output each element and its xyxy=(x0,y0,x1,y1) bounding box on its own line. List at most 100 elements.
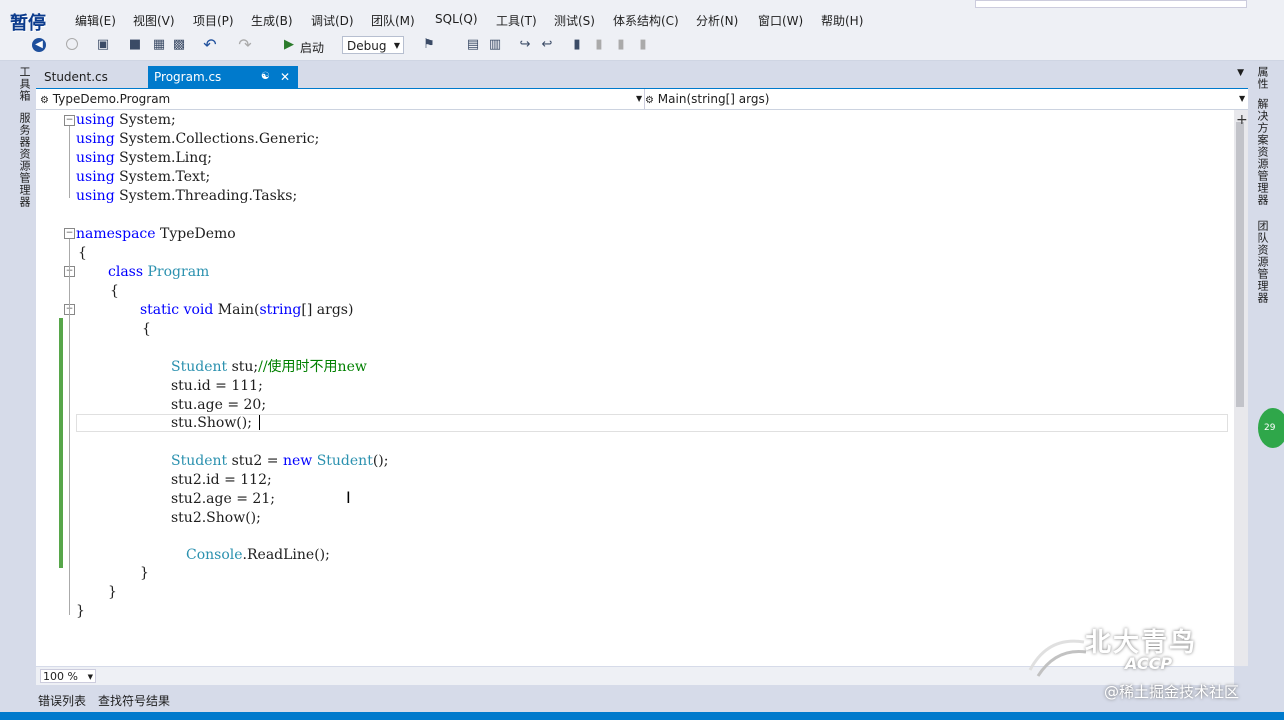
close-icon[interactable]: ✕ xyxy=(280,66,290,88)
menu-sql[interactable]: SQL(Q) xyxy=(435,12,478,26)
method-icon: ⚙ xyxy=(645,95,654,106)
chevron-down-icon: ▼ xyxy=(1239,94,1246,103)
code-line: } xyxy=(76,603,85,619)
undo-icon[interactable]: ↶ xyxy=(203,37,217,53)
new-project-icon[interactable]: ▣ xyxy=(96,38,110,52)
tab-program-cs[interactable]: Program.cs ☯ ✕ xyxy=(148,66,298,88)
scrollbar-thumb[interactable] xyxy=(1236,122,1244,407)
logo-english-text: ACCP xyxy=(1125,654,1173,673)
class-dropdown[interactable]: ⚙ TypeDemo.Program ▼ xyxy=(40,89,643,109)
find-in-files-icon[interactable]: ⚑ xyxy=(422,38,436,52)
tab-overflow-icon[interactable]: ▼ xyxy=(1237,68,1244,78)
code-line: stu.Show(); xyxy=(171,415,252,431)
uncomment-icon[interactable]: ↩ xyxy=(540,38,554,52)
code-line: } xyxy=(140,565,149,581)
tab-label: Student.cs xyxy=(44,70,108,84)
side-badge[interactable]: 29 xyxy=(1258,408,1284,448)
redo-icon[interactable]: ↷ xyxy=(238,37,252,53)
next-bookmark-icon[interactable]: ▮ xyxy=(614,38,628,52)
code-line: static void Main(string[] args) xyxy=(140,302,354,318)
chevron-down-icon: ▼ xyxy=(87,673,93,681)
pin-icon[interactable]: ☯ xyxy=(261,66,270,88)
columns-icon[interactable]: ▥ xyxy=(488,38,502,52)
bottom-panel-tabs xyxy=(0,688,1284,712)
menu-debug[interactable]: 调试(D) xyxy=(311,12,354,29)
code-line: stu.age = 20; xyxy=(171,397,267,413)
bookmark-icon[interactable]: ▮ xyxy=(570,38,584,52)
zoom-select[interactable]: 100 % ▼ xyxy=(40,669,96,683)
code-line: { xyxy=(78,245,87,261)
tab-label: Program.cs xyxy=(154,70,222,84)
solution-config-select[interactable]: Debug ▼ xyxy=(342,36,404,54)
menu-analyze[interactable]: 分析(N) xyxy=(696,12,738,29)
tab-student-cs[interactable]: Student.cs xyxy=(38,66,146,88)
code-line: { xyxy=(142,321,151,337)
quick-launch-input[interactable] xyxy=(975,0,1247,8)
comment-icon[interactable]: ↪ xyxy=(518,38,532,52)
config-value: Debug xyxy=(347,39,387,53)
navigation-bar: ⚙ TypeDemo.Program ▼ ⚙ Main(string[] arg… xyxy=(36,89,1248,110)
ibeam-cursor-icon: I xyxy=(346,488,351,507)
change-indicator-bar xyxy=(59,318,63,568)
solution-explorer-tab[interactable]: 解决方案资源管理器 xyxy=(1254,98,1270,206)
class-path: TypeDemo.Program xyxy=(52,92,171,106)
chevron-down-icon: ▼ xyxy=(393,41,400,50)
chevron-down-icon: ▼ xyxy=(636,94,643,103)
collapse-icon[interactable]: − xyxy=(64,228,75,239)
code-line: { xyxy=(110,283,119,299)
forward-icon[interactable] xyxy=(66,38,78,50)
code-line: stu2.Show(); xyxy=(171,510,261,526)
code-line: using System.Linq; xyxy=(76,150,212,166)
code-line: } xyxy=(108,584,117,600)
code-line: stu2.age = 21; xyxy=(171,491,275,507)
tab-error-list[interactable]: 错误列表 xyxy=(38,692,86,709)
menu-edit[interactable]: 编辑(E) xyxy=(75,12,116,29)
code-line: using System.Collections.Generic; xyxy=(76,131,320,147)
zoom-value: 100 % xyxy=(43,670,78,683)
menu-build[interactable]: 生成(B) xyxy=(251,12,293,29)
split-icon[interactable]: + xyxy=(1236,112,1248,128)
outline-guide xyxy=(69,126,70,198)
open-file-icon[interactable]: ■ xyxy=(128,38,142,52)
server-explorer-tab[interactable]: 服务器资源管理器 xyxy=(16,112,32,208)
menu-view[interactable]: 视图(V) xyxy=(133,12,175,29)
text-caret xyxy=(259,415,260,430)
start-button[interactable]: 启动 xyxy=(300,39,324,56)
class-icon: ⚙ xyxy=(40,95,49,106)
back-icon[interactable]: ◀ xyxy=(32,38,46,52)
code-line: Student stu;//使用时不用new xyxy=(171,359,367,375)
menu-test[interactable]: 测试(S) xyxy=(554,12,595,29)
document-tab-row: Student.cs Program.cs ☯ ✕ ▼ xyxy=(36,66,1248,90)
prev-bookmark-icon[interactable]: ▮ xyxy=(592,38,606,52)
member-dropdown[interactable]: ⚙ Main(string[] args) ▼ xyxy=(644,89,1249,109)
menu-tools[interactable]: 工具(T) xyxy=(496,12,537,29)
code-line: using System.Text; xyxy=(76,169,211,185)
code-line: Console.ReadLine(); xyxy=(186,547,330,563)
menu-architecture[interactable]: 体系结构(C) xyxy=(613,12,679,29)
save-all-icon[interactable]: ▩ xyxy=(172,38,186,52)
code-line: class Program xyxy=(108,264,210,280)
code-line: namespace TypeDemo xyxy=(76,226,236,242)
toolbox-tab[interactable]: 工具箱 xyxy=(16,66,32,102)
format-icon[interactable]: ▤ xyxy=(466,38,480,52)
menu-team[interactable]: 团队(M) xyxy=(371,12,415,29)
start-play-icon[interactable]: ▶ xyxy=(282,38,296,52)
collapse-icon[interactable]: − xyxy=(64,115,75,126)
code-line: stu.id = 111; xyxy=(171,378,263,394)
member-name: Main(string[] args) xyxy=(657,92,770,106)
code-line: Student stu2 = new Student(); xyxy=(171,453,389,469)
save-icon[interactable]: ▦ xyxy=(152,38,166,52)
team-explorer-tab[interactable]: 团队资源管理器 xyxy=(1254,220,1270,304)
properties-tab[interactable]: 属性 xyxy=(1254,66,1270,90)
code-line: using System; xyxy=(76,112,176,128)
menu-window[interactable]: 窗口(W) xyxy=(758,12,803,29)
outline-guide xyxy=(69,239,70,615)
menu-help[interactable]: 帮助(H) xyxy=(821,12,863,29)
code-line: using System.Threading.Tasks; xyxy=(76,188,298,204)
tab-find-symbol-results[interactable]: 查找符号结果 xyxy=(98,692,170,709)
status-bar xyxy=(0,712,1284,720)
code-line: stu2.id = 112; xyxy=(171,472,272,488)
clear-bookmarks-icon[interactable]: ▮ xyxy=(636,38,650,52)
menu-project[interactable]: 项目(P) xyxy=(193,12,234,29)
watermark-credit: @稀土掘金技术社区 xyxy=(1104,683,1240,701)
